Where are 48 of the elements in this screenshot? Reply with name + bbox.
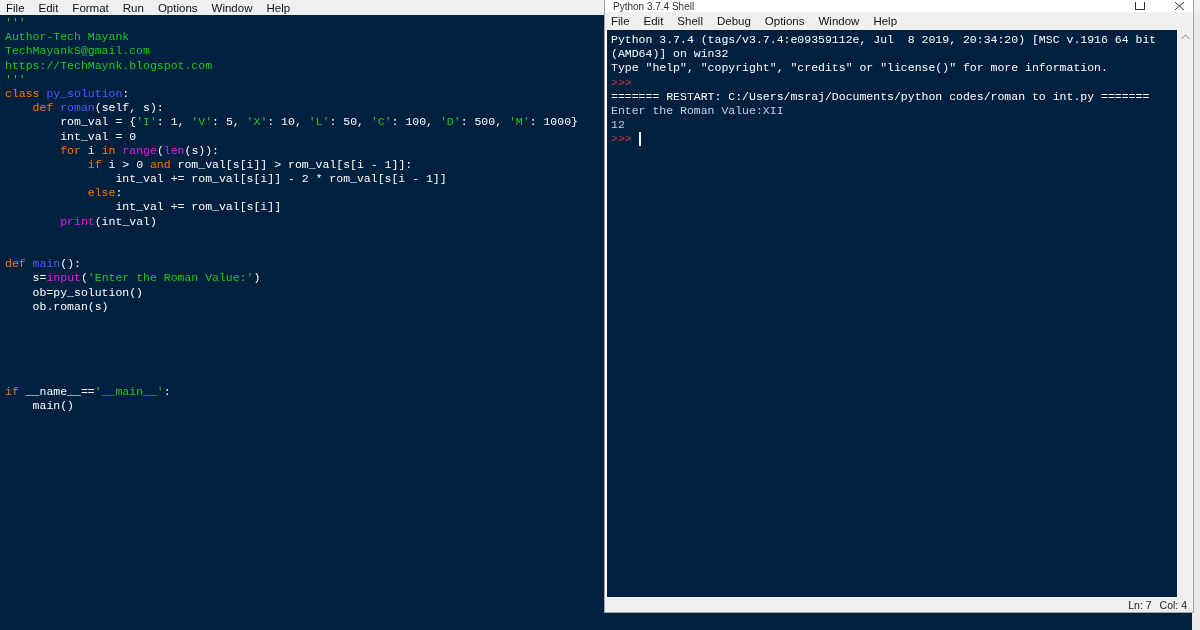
code-line: main() bbox=[31, 399, 74, 414]
console-line: ======= RESTART: C:/Users/msraj/Documents/python codes/roman to int.py ======= bbox=[611, 89, 1150, 104]
code-line: if i > 0 and rom_val[s[i]] > rom_val[s[i - 1]]: bbox=[86, 157, 413, 173]
code-line: ''' bbox=[5, 72, 26, 87]
menu-item[interactable]: Window bbox=[204, 1, 260, 14]
console-line: Type "help", "copyright", "credits" or "license()" for more information. bbox=[611, 61, 1108, 76]
menu-item[interactable]: File bbox=[6, 1, 32, 14]
code-line: s=input('Enter the Roman Value:') bbox=[31, 271, 261, 286]
code-line: else: bbox=[86, 186, 123, 201]
code-line: rom_val = {'I': 1, 'V': 5, 'X': 10, 'L': 50, 'C': 100, 'D': 500, 'M': 1000} bbox=[59, 115, 578, 130]
console-line: 12 bbox=[611, 118, 625, 133]
menu-item[interactable]: Edit bbox=[636, 15, 671, 27]
console-line: >>> bbox=[611, 75, 632, 90]
code-line: class py_solution: bbox=[5, 86, 130, 102]
menu-item[interactable]: Options bbox=[150, 1, 205, 14]
code-line: print(int_val) bbox=[59, 214, 157, 229]
menu-item[interactable]: File bbox=[611, 15, 637, 27]
menu-item[interactable]: Window bbox=[811, 15, 867, 27]
menu-item[interactable]: Help bbox=[866, 15, 905, 27]
code-line: ''' bbox=[5, 16, 26, 31]
code-line: int_val += rom_val[s[i]] bbox=[114, 200, 282, 215]
code-line: def main(): bbox=[5, 257, 81, 272]
close-icon[interactable] bbox=[1175, 2, 1185, 10]
console-line: (AMD64)] on win32 bbox=[611, 47, 729, 62]
console-line: Enter the Roman Value:XII bbox=[611, 103, 784, 119]
window-title: Python 3.7.4 Shell bbox=[613, 0, 695, 12]
console-line: Python 3.7.4 (tags/v3.7.4:e09359112e, Jul 8 2019, 20:34:20) [MSC v.1916 64 bit bbox=[611, 33, 1157, 48]
menu-item[interactable]: Shell bbox=[670, 15, 710, 27]
code-line: int_val += rom_val[s[i]] - 2 * rom_val[s[i - 1]] bbox=[114, 172, 447, 187]
maximize-icon[interactable] bbox=[1135, 2, 1145, 10]
menu-item[interactable]: Run bbox=[115, 1, 151, 14]
code-line: int_val = 0 bbox=[59, 129, 137, 144]
menu-item[interactable]: Format bbox=[65, 1, 116, 14]
code-line: ob=py_solution() bbox=[31, 285, 144, 300]
menu-item[interactable]: Options bbox=[757, 15, 812, 27]
code-line: for i in range(len(s)): bbox=[59, 143, 219, 158]
code-line: def roman(self, s): bbox=[31, 101, 164, 116]
menu-item[interactable]: Help bbox=[259, 1, 298, 14]
code-line: Author-Tech Mayank bbox=[5, 30, 130, 45]
code-line: ob.roman(s) bbox=[31, 299, 109, 314]
console-line: >>> bbox=[611, 132, 632, 147]
menu-item[interactable]: Edit bbox=[31, 1, 66, 14]
code-line: TechMayankS@gmail.com bbox=[5, 44, 150, 59]
column-number: Col: 4 bbox=[1159, 598, 1187, 611]
line-number: Ln: 7 bbox=[1128, 598, 1152, 611]
code-line: https://TechMaynk.blogspot.com bbox=[5, 58, 213, 73]
menu-item[interactable]: Debug bbox=[709, 15, 758, 27]
code-line: if __name__=='__main__': bbox=[5, 384, 171, 400]
